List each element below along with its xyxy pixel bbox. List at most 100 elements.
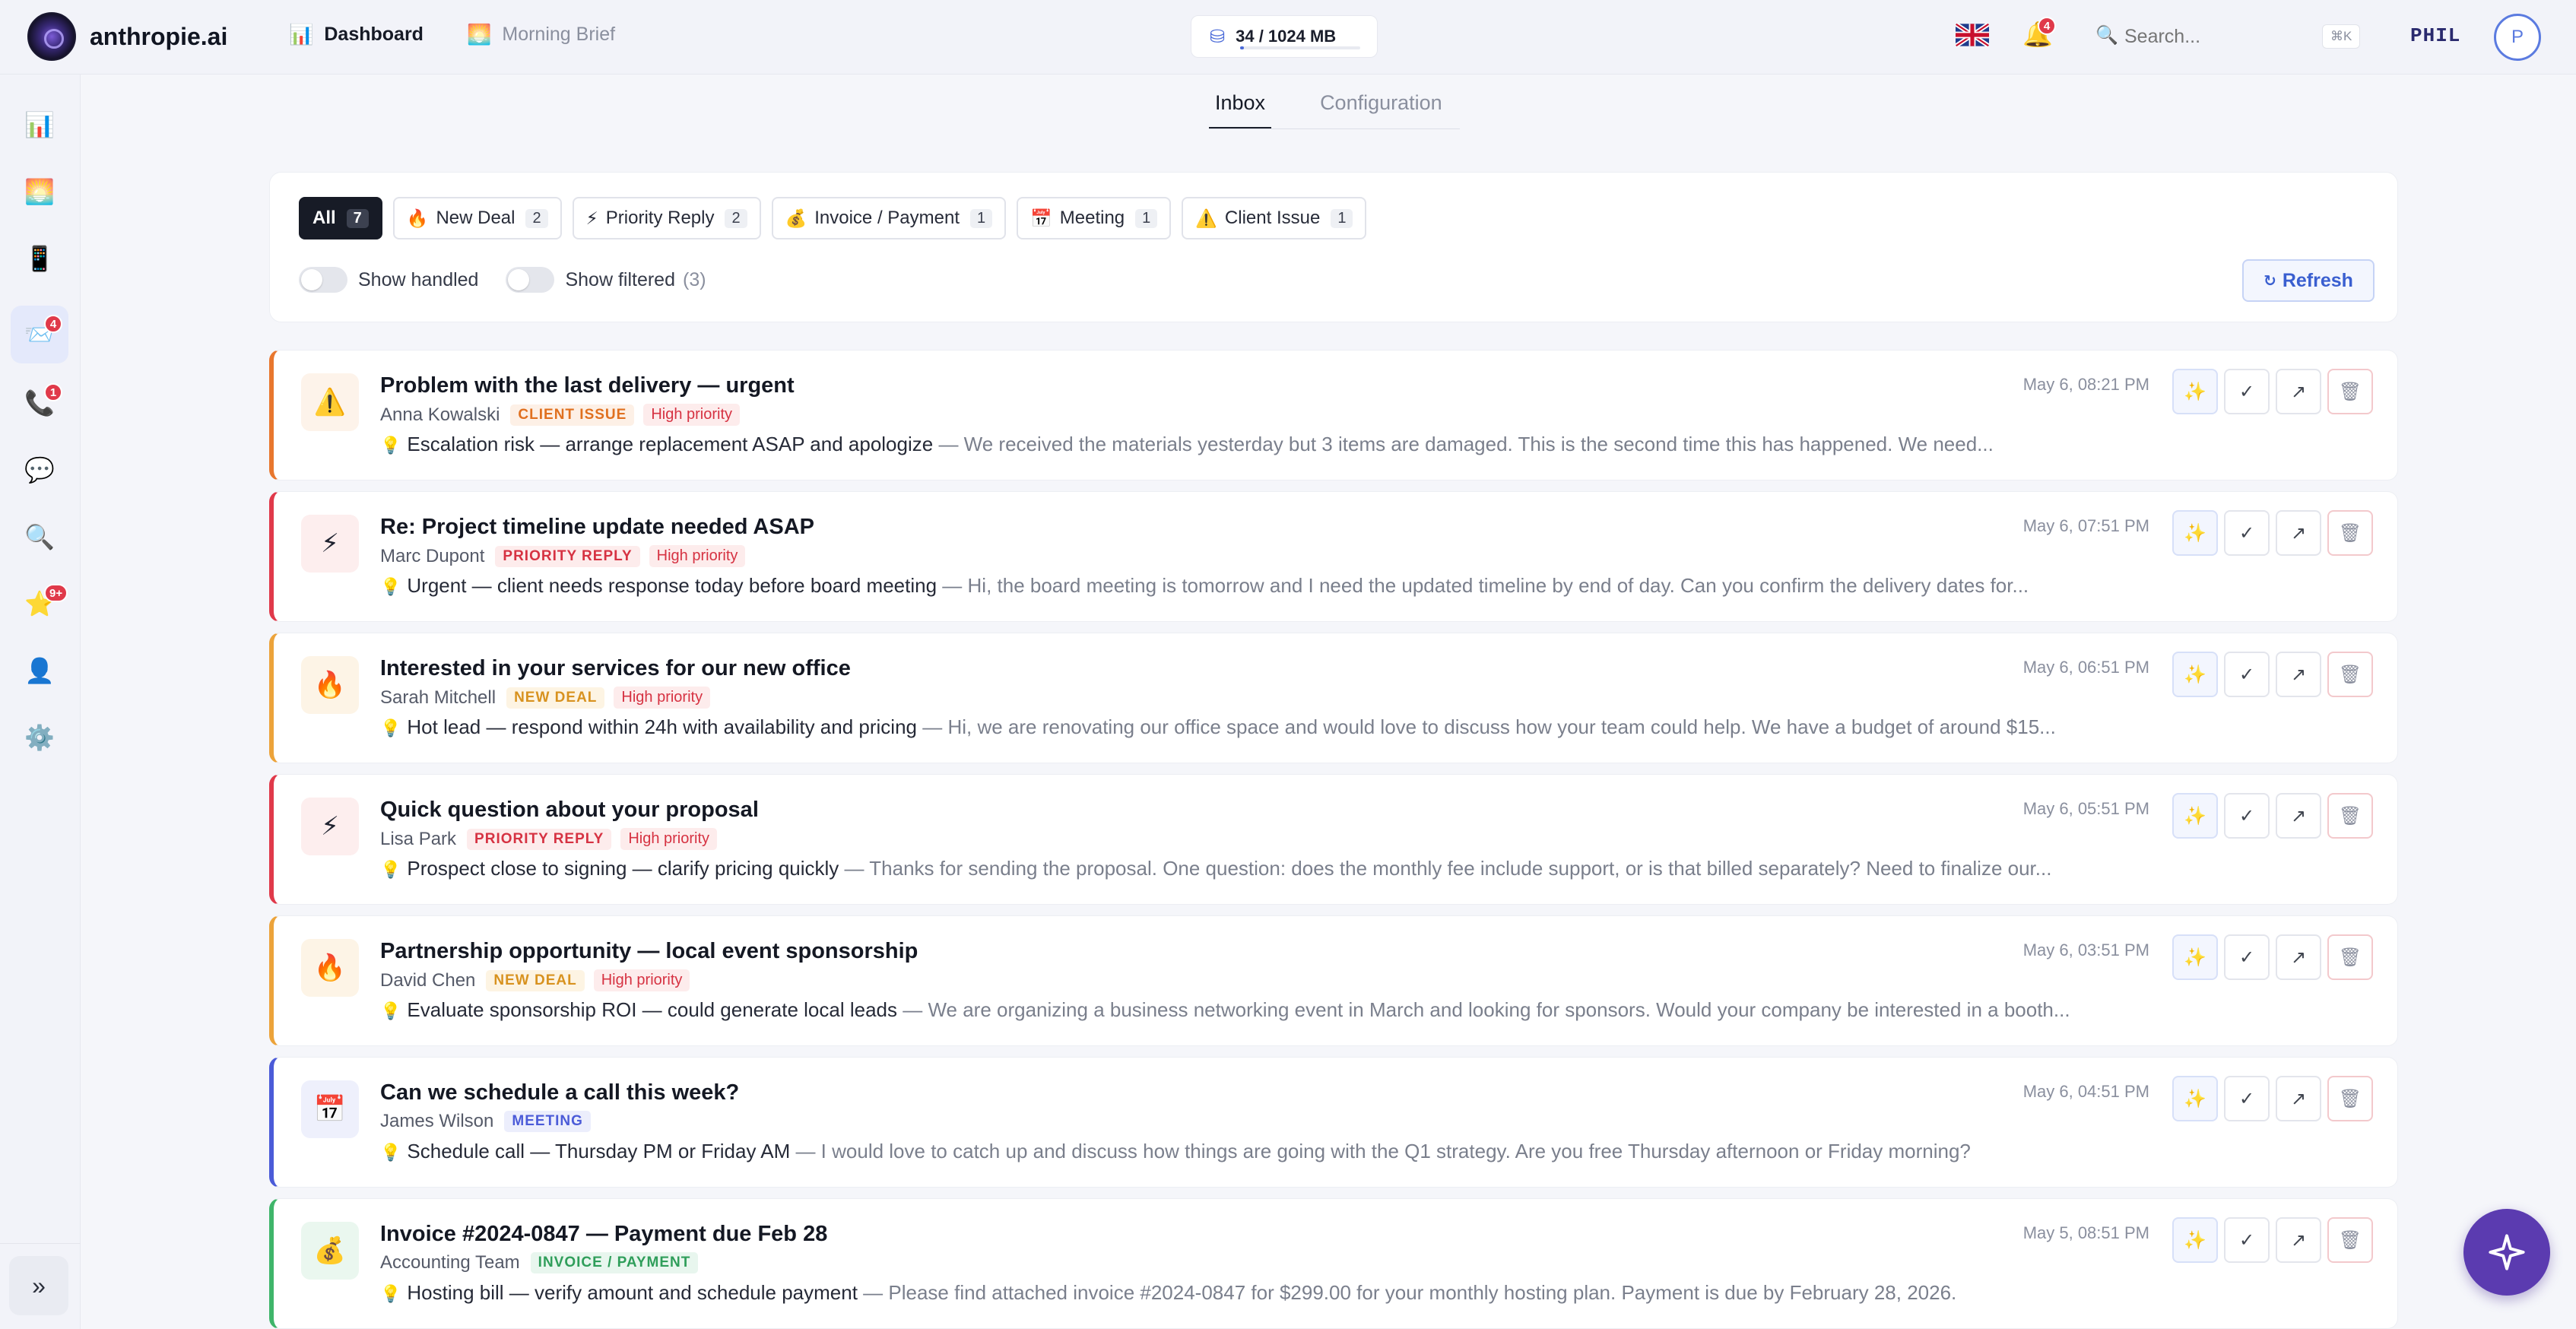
ai-reply-button[interactable]: ✨ <box>2172 510 2218 556</box>
open-email-button[interactable]: ↗ <box>2276 934 2321 980</box>
email-subject[interactable]: Quick question about your proposal <box>380 798 759 823</box>
mark-handled-button[interactable]: ✓ <box>2224 510 2270 556</box>
check-icon: ✓ <box>2238 1088 2255 1109</box>
sidebar-item-morning-brief[interactable]: 🌅 <box>11 163 68 220</box>
delete-email-button[interactable]: 🗑 <box>2327 510 2373 556</box>
external-link-icon: ↗ <box>2290 522 2307 544</box>
mark-handled-button[interactable]: ✓ <box>2224 652 2270 697</box>
sidebar-item-settings[interactable]: ⚙️ <box>11 709 68 766</box>
email-summary: 💡 Urgent — client needs response today be… <box>380 574 2159 598</box>
chip-icon: 🔥 <box>406 208 429 228</box>
email-subject[interactable]: Can we schedule a call this week? <box>380 1080 739 1105</box>
chip-count: 1 <box>1331 208 1353 228</box>
sidebar: 📊 🌅 📱 📨 4 📞 1 💬 🔍 ⭐ 9+ 👤 ⚙️ » <box>0 75 81 1329</box>
delete-email-button[interactable]: 🗑 <box>2327 793 2373 839</box>
chip-label: Priority Reply <box>605 208 715 228</box>
delete-email-button[interactable]: 🗑 <box>2327 934 2373 980</box>
ai-summary-headline: Urgent — client needs response today bef… <box>407 574 937 597</box>
ai-reply-button[interactable]: ✨ <box>2172 1217 2218 1263</box>
email-row[interactable]: ⚠️ Problem with the last delivery — urgen… <box>269 350 2398 481</box>
brand-name: anthropie.ai <box>90 22 228 50</box>
filter-chip-all[interactable]: All 7 <box>299 197 382 239</box>
delete-email-button[interactable]: 🗑 <box>2327 369 2373 414</box>
sidebar-item-inbox[interactable]: 📨 4 <box>11 306 68 363</box>
sidebar-item-search[interactable]: 🔍 <box>11 508 68 566</box>
open-email-button[interactable]: ↗ <box>2276 510 2321 556</box>
search-input[interactable] <box>2124 18 2307 55</box>
delete-email-button[interactable]: 🗑 <box>2327 652 2373 697</box>
email-preview: — Hi, the board meeting is tomorrow and … <box>937 574 2029 597</box>
brand-logo[interactable]: anthropie.ai <box>27 12 227 61</box>
ai-assistant-button[interactable] <box>2463 1209 2550 1296</box>
email-subject[interactable]: Partnership opportunity — local event sp… <box>380 939 918 964</box>
sidebar-item-messages[interactable]: 💬 <box>11 441 68 499</box>
open-email-button[interactable]: ↗ <box>2276 793 2321 839</box>
email-subject[interactable]: Re: Project timeline update needed ASAP <box>380 515 814 540</box>
filter-chip-invoice-payment[interactable]: 💰 Invoice / Payment 1 <box>771 197 1007 239</box>
nav-dashboard[interactable]: 📊 Dashboard <box>289 23 424 46</box>
filter-chip-client-issue[interactable]: ⚠️ Client Issue 1 <box>1182 197 1367 239</box>
sidebar-item-calls[interactable]: 📞 1 <box>11 374 68 432</box>
open-email-button[interactable]: ↗ <box>2276 1217 2321 1263</box>
open-email-button[interactable]: ↗ <box>2276 369 2321 414</box>
filter-chip-meeting[interactable]: 📅 Meeting 1 <box>1017 197 1172 239</box>
category-tag: NEW DEAL <box>506 687 605 709</box>
email-row[interactable]: 💰 Invoice #2024-0847 — Payment due Feb 28… <box>269 1198 2398 1329</box>
sidebar-item-dashboard[interactable]: 📊 <box>11 96 68 154</box>
avatar[interactable]: P <box>2494 14 2541 61</box>
chip-label: All <box>312 208 336 228</box>
delete-email-button[interactable]: 🗑 <box>2327 1076 2373 1121</box>
chip-count: 7 <box>346 208 369 228</box>
email-subject[interactable]: Invoice #2024-0847 — Payment due Feb 28 <box>380 1222 827 1247</box>
sidebar-collapse-button[interactable]: » <box>9 1256 68 1315</box>
sidebar-item-contacts[interactable]: 👤 <box>11 642 68 699</box>
trash-icon: 🗑 <box>2338 381 2362 402</box>
email-row[interactable]: 🔥 Interested in your services for our new… <box>269 633 2398 763</box>
show-handled-toggle[interactable]: Show handled <box>299 267 478 293</box>
show-filtered-toggle[interactable]: Show filtered (3) <box>506 267 706 293</box>
delete-email-button[interactable]: 🗑 <box>2327 1217 2373 1263</box>
email-subject[interactable]: Problem with the last delivery — urgent <box>380 373 795 398</box>
storage-indicator[interactable]: ⛁ 34 / 1024 MB <box>1191 15 1378 58</box>
ai-reply-button[interactable]: ✨ <box>2172 1076 2218 1121</box>
email-row[interactable]: ⚡ Re: Project timeline update needed ASAP… <box>269 491 2398 622</box>
open-email-button[interactable]: ↗ <box>2276 1076 2321 1121</box>
filter-chip-new-deal[interactable]: 🔥 New Deal 2 <box>392 197 562 239</box>
email-summary: 💡 Hosting bill — verify amount and schedu… <box>380 1281 2159 1305</box>
email-subject[interactable]: Interested in your services for our new … <box>380 656 851 681</box>
email-sender: Accounting Team <box>380 1252 520 1273</box>
email-row[interactable]: ⚡ Quick question about your proposal Lisa … <box>269 774 2398 905</box>
mark-handled-button[interactable]: ✓ <box>2224 369 2270 414</box>
open-email-button[interactable]: ↗ <box>2276 652 2321 697</box>
sidebar-item-favorites[interactable]: ⭐ 9+ <box>11 575 68 633</box>
check-icon: ✓ <box>2238 522 2255 544</box>
mark-handled-button[interactable]: ✓ <box>2224 1217 2270 1263</box>
sidebar-item-mobile[interactable]: 📱 <box>11 230 68 287</box>
ai-reply-button[interactable]: ✨ <box>2172 369 2218 414</box>
filter-chip-priority-reply[interactable]: ⚡ Priority Reply 2 <box>572 197 761 239</box>
tab-configuration[interactable]: Configuration <box>1314 76 1448 129</box>
tabs-divider <box>1209 128 1460 129</box>
notifications-button[interactable]: 🔔 4 <box>2022 17 2056 49</box>
email-sender: Marc Dupont <box>380 545 485 566</box>
category-glyph-icon: 💰 <box>313 1236 347 1265</box>
email-row[interactable]: 📅 Can we schedule a call this week? James … <box>269 1057 2398 1188</box>
ai-reply-button[interactable]: ✨ <box>2172 934 2218 980</box>
chip-count: 1 <box>1135 208 1158 228</box>
category-icon: ⚡ <box>301 515 359 573</box>
tab-inbox[interactable]: Inbox <box>1209 76 1272 129</box>
nav-morning-brief[interactable]: 🌅 Morning Brief <box>467 23 615 46</box>
ai-summary-headline: Schedule call — Thursday PM or Friday AM <box>407 1140 791 1162</box>
ai-reply-button[interactable]: ✨ <box>2172 793 2218 839</box>
mark-handled-button[interactable]: ✓ <box>2224 793 2270 839</box>
show-filtered-switch[interactable] <box>506 267 555 293</box>
ai-reply-button[interactable]: ✨ <box>2172 652 2218 697</box>
username[interactable]: PHIL <box>2410 24 2460 47</box>
priority-badge: High priority <box>649 545 746 567</box>
uk-flag-icon[interactable] <box>1956 23 1989 47</box>
refresh-button[interactable]: ↻ Refresh <box>2242 259 2375 302</box>
mark-handled-button[interactable]: ✓ <box>2224 934 2270 980</box>
email-row[interactable]: 🔥 Partnership opportunity — local event s… <box>269 915 2398 1046</box>
mark-handled-button[interactable]: ✓ <box>2224 1076 2270 1121</box>
show-handled-switch[interactable] <box>299 267 347 293</box>
